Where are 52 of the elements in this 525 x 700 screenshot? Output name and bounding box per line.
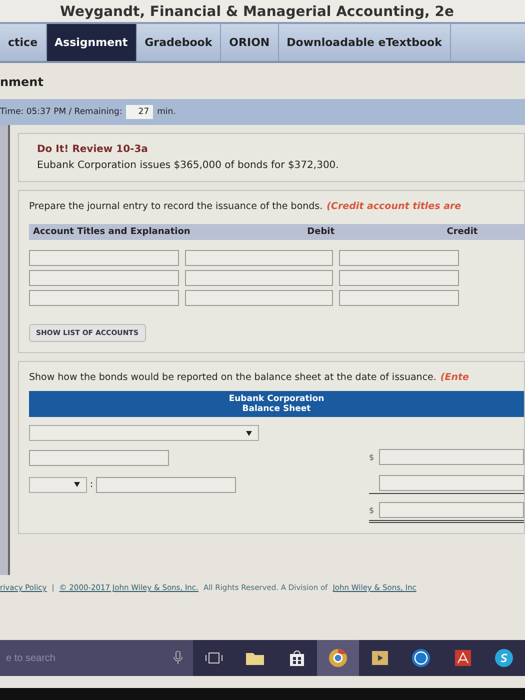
currency-sign: $ [369,506,376,514]
minutes-unit: min. [157,107,176,117]
account-field[interactable] [29,450,169,466]
search-bar[interactable]: e to search [0,640,193,676]
credit-field[interactable] [339,290,459,306]
column-header: Credit [446,227,479,237]
instruction-text: Show how the bonds would be reported on the balance sheet at the date of issuance. [29,372,436,383]
folder-icon[interactable] [246,651,264,665]
debit-field[interactable] [185,270,333,286]
page-heading: nment [0,74,44,91]
book-title: Weygandt, Financial & Managerial Accounting, 2e [60,5,454,19]
credit-field[interactable] [339,270,459,286]
column-header: Account Titles and Explanation [33,227,192,237]
timer-text: Time: 05:37 PM / Remaining: [0,107,122,117]
debit-field[interactable] [185,290,333,306]
amount-field[interactable] [379,475,524,491]
media-player-icon[interactable] [372,651,388,665]
sign-dropdown[interactable] [29,476,87,492]
currency-sign: $ [369,452,376,462]
company-name: Eubank Corporation [228,394,324,404]
store-icon[interactable] [288,650,305,666]
account-field[interactable] [29,270,179,286]
search-field[interactable]: e to search [4,652,173,664]
instruction-text: Prepare the journal entry to record the issuance of the bonds. [29,201,323,212]
credit-field[interactable] [339,250,459,266]
statement-name: Balance Sheet [242,404,311,414]
total-field[interactable] [379,502,524,518]
remaining-minutes: 27 [126,105,154,119]
caret-icon [246,430,252,436]
colon: : [90,480,94,490]
column-header: Debit [306,227,336,237]
amount-field[interactable] [379,449,524,465]
nav-tab[interactable]: ORION [221,24,279,61]
browser-icon[interactable] [329,649,348,667]
nav-tab[interactable]: Downloadable eTextbook [278,24,451,61]
caret-icon [74,482,80,487]
account-field[interactable] [96,476,236,492]
debit-field[interactable] [185,250,333,266]
task-view-icon[interactable] [204,652,223,664]
instruction-note: (Ente [440,372,470,383]
question-title: Do It! Review 10-3a [37,144,149,155]
nav-tab[interactable]: Gradebook [136,24,222,61]
account-field[interactable] [29,250,179,266]
question-text: Eubank Corporation issues $365,000 of bonds for $372,300. [37,160,340,171]
microphone-icon[interactable] [172,651,183,665]
account-dropdown[interactable] [29,425,259,441]
account-field[interactable] [29,290,179,306]
nav-tab[interactable]: Assignment [46,24,137,61]
chat-app-icon[interactable] [495,649,514,667]
instruction-note: (Credit account titles are [326,201,462,212]
pdf-reader-icon[interactable] [454,650,471,666]
circle-logo-icon[interactable] [412,649,430,667]
